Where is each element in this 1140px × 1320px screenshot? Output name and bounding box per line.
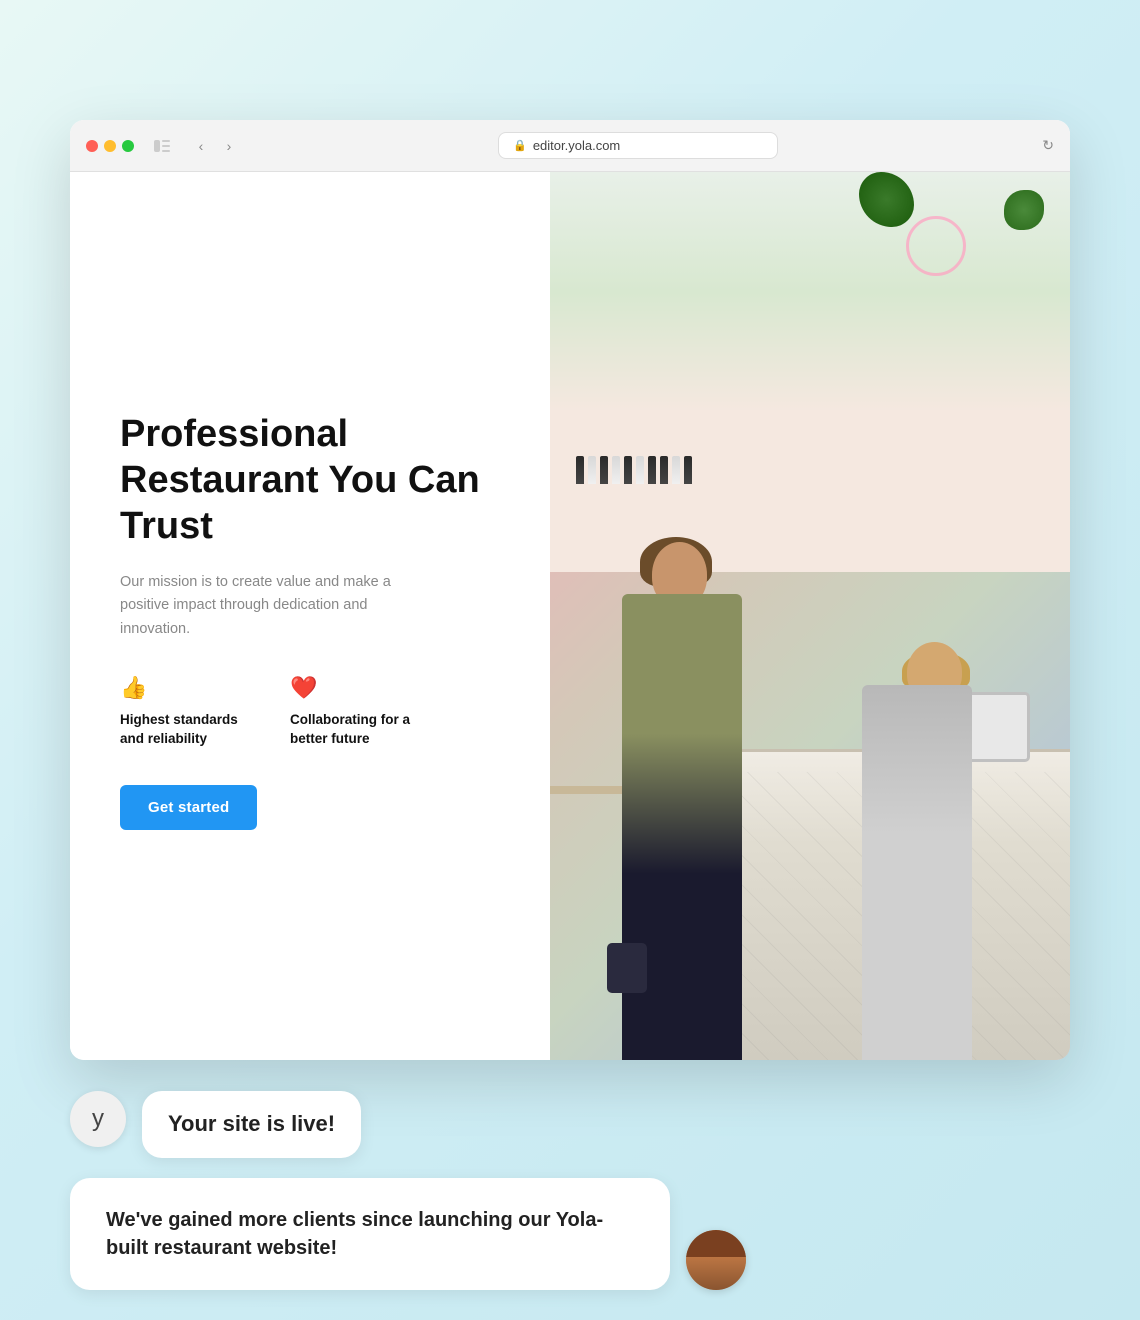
hero-heading: Professional Restaurant You Can Trust (120, 412, 500, 549)
user-avatar (686, 1230, 746, 1290)
right-panel-image (550, 172, 1070, 1060)
browser-chrome: ‹ › 🔒 editor.yola.com ↻ (70, 120, 1070, 172)
feature-item-2: ❤️ Collaborating for a better future (290, 675, 420, 749)
reload-button[interactable]: ↻ (1042, 137, 1054, 154)
chat-row-testimonial: We've gained more clients since launchin… (70, 1178, 1070, 1290)
staff-figure (812, 483, 992, 1060)
restaurant-scene (550, 172, 1070, 1060)
back-button[interactable]: ‹ (190, 135, 212, 157)
traffic-light-yellow[interactable] (104, 140, 116, 152)
customer-bag (607, 943, 647, 993)
browser-nav-controls: ‹ › (190, 135, 240, 157)
chat-area: y Your site is live! We've gained more c… (70, 1091, 1070, 1290)
hero-description: Our mission is to create value and make … (120, 571, 400, 641)
avatar-face (686, 1230, 746, 1290)
get-started-button[interactable]: Get started (120, 785, 257, 830)
thumbs-up-icon: 👍 (120, 675, 250, 701)
feature-item-1: 👍 Highest standards and reliability (120, 675, 250, 749)
customer-figure (602, 394, 802, 1060)
yola-avatar: y (70, 1091, 126, 1147)
traffic-light-red[interactable] (86, 140, 98, 152)
bottle-1 (576, 456, 584, 484)
address-bar[interactable]: 🔒 editor.yola.com (498, 132, 778, 159)
chat-bubble-notification: Your site is live! (142, 1091, 361, 1158)
feature-label-2: Collaborating for a better future (290, 711, 420, 749)
chat-bubble-notification-text: Your site is live! (168, 1111, 335, 1136)
staff-body (862, 685, 972, 1060)
url-text: editor.yola.com (533, 138, 620, 153)
bottle-2 (588, 456, 596, 484)
features-row: 👍 Highest standards and reliability ❤️ C… (120, 675, 500, 749)
browser-window: ‹ › 🔒 editor.yola.com ↻ Professional Res… (70, 120, 1070, 1060)
traffic-light-green[interactable] (122, 140, 134, 152)
lock-icon: 🔒 (513, 139, 527, 152)
plant-decoration-1 (1004, 190, 1044, 230)
chat-bubble-testimonial-text: We've gained more clients since launchin… (106, 1209, 603, 1259)
browser-content: Professional Restaurant You Can Trust Ou… (70, 172, 1070, 1060)
chat-row-notification: y Your site is live! (70, 1091, 1070, 1158)
address-bar-wrapper: 🔒 editor.yola.com (254, 132, 1022, 159)
forward-button[interactable]: › (218, 135, 240, 157)
avatar-hair (686, 1230, 746, 1257)
feature-label-1: Highest standards and reliability (120, 711, 250, 749)
yola-logo-letter: y (92, 1105, 104, 1133)
sidebar-toggle-button[interactable] (148, 135, 176, 157)
left-panel: Professional Restaurant You Can Trust Ou… (70, 172, 550, 1060)
heart-icon: ❤️ (290, 675, 420, 701)
neon-circle-decoration (906, 216, 966, 276)
chat-bubble-testimonial: We've gained more clients since launchin… (70, 1178, 670, 1290)
traffic-lights (86, 140, 134, 152)
